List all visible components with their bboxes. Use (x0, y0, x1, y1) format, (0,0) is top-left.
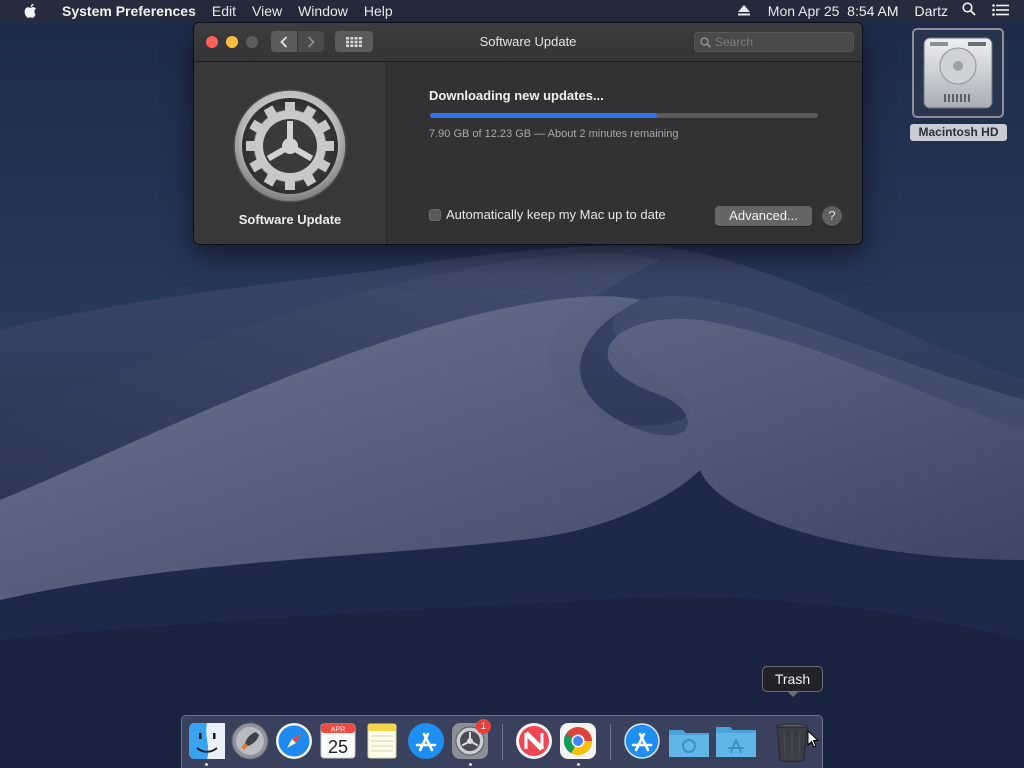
search-icon (700, 36, 711, 48)
dock-separator (502, 724, 503, 760)
chevron-left-icon (280, 35, 288, 48)
running-indicator (577, 763, 580, 766)
auto-update-row[interactable]: Automatically keep my Mac up to date (429, 207, 666, 222)
sidebar-title: Software Update (238, 212, 342, 227)
calendar-icon[interactable]: APR 25 (318, 721, 358, 761)
eject-icon[interactable] (733, 0, 755, 22)
download-progress-fill (430, 113, 657, 118)
finder-icon[interactable] (187, 721, 227, 761)
dock-separator (610, 724, 611, 760)
auto-update-label[interactable]: Automatically keep my Mac up to date (446, 207, 666, 222)
show-all-button[interactable] (335, 31, 373, 52)
news-icon[interactable] (514, 721, 554, 761)
download-status-title: Downloading new updates... (429, 88, 604, 103)
calendar-day: 25 (328, 737, 348, 757)
macintosh-hd-label[interactable]: Macintosh HD (910, 124, 1007, 141)
dock-tooltip: Trash (762, 666, 823, 697)
menu-window[interactable]: Window (290, 0, 356, 22)
notes-icon[interactable] (362, 721, 402, 761)
menu-help[interactable]: Help (356, 0, 401, 22)
grid-icon (346, 36, 362, 47)
menu-bar: System Preferences Edit View Window Help… (0, 0, 1024, 22)
search-icon[interactable] (957, 0, 981, 22)
software-update-window: Software Update Search Software Update D… (194, 23, 862, 244)
launchpad-icon[interactable] (230, 721, 270, 761)
menu-edit[interactable]: Edit (204, 0, 244, 22)
download-progress-bar (430, 113, 818, 118)
trash-icon[interactable] (772, 721, 812, 762)
download-progress-text: 7.90 GB of 12.23 GB — About 2 minutes re… (429, 128, 679, 140)
chrome-icon[interactable] (558, 721, 598, 761)
back-button[interactable] (271, 31, 297, 52)
title-bar[interactable]: Software Update (194, 23, 862, 62)
safari-icon[interactable] (274, 721, 314, 761)
applications-folder-icon[interactable] (714, 721, 756, 761)
dock: APR 25 1 (181, 715, 823, 768)
help-button[interactable]: ? (822, 206, 842, 226)
mouse-cursor-icon (807, 730, 819, 748)
advanced-button[interactable]: Advanced... (715, 206, 812, 226)
menu-app-name[interactable]: System Preferences (54, 0, 204, 22)
search-field[interactable] (694, 32, 854, 52)
running-indicator (469, 763, 472, 766)
minimize-button[interactable] (226, 36, 238, 48)
list-icon[interactable] (987, 0, 1014, 22)
menu-view[interactable]: View (244, 0, 290, 22)
software-update-gear-icon (233, 89, 347, 203)
downloads-folder-icon[interactable] (667, 721, 709, 761)
hard-drive-icon (923, 37, 993, 109)
search-input[interactable] (715, 35, 835, 49)
auto-update-checkbox[interactable] (429, 208, 441, 221)
apple-menu-icon[interactable] (12, 3, 48, 19)
notification-badge: 1 (476, 719, 491, 734)
macintosh-hd-desktop-icon[interactable] (912, 28, 1004, 118)
menu-clock[interactable]: Mon Apr 25 8:54 AM (763, 0, 904, 22)
zoom-button (246, 36, 258, 48)
app-store-download-icon[interactable] (622, 721, 662, 761)
running-indicator (205, 763, 208, 766)
forward-button[interactable] (298, 31, 324, 52)
close-button[interactable] (206, 36, 218, 48)
app-store-icon[interactable] (406, 721, 446, 761)
menu-user[interactable]: Dartz (910, 0, 953, 22)
sidebar-pane: Software Update (194, 62, 387, 244)
calendar-month: APR (331, 727, 345, 734)
menu-extras: Mon Apr 25 8:54 AM Dartz (733, 0, 1024, 22)
chevron-right-icon (307, 35, 315, 48)
